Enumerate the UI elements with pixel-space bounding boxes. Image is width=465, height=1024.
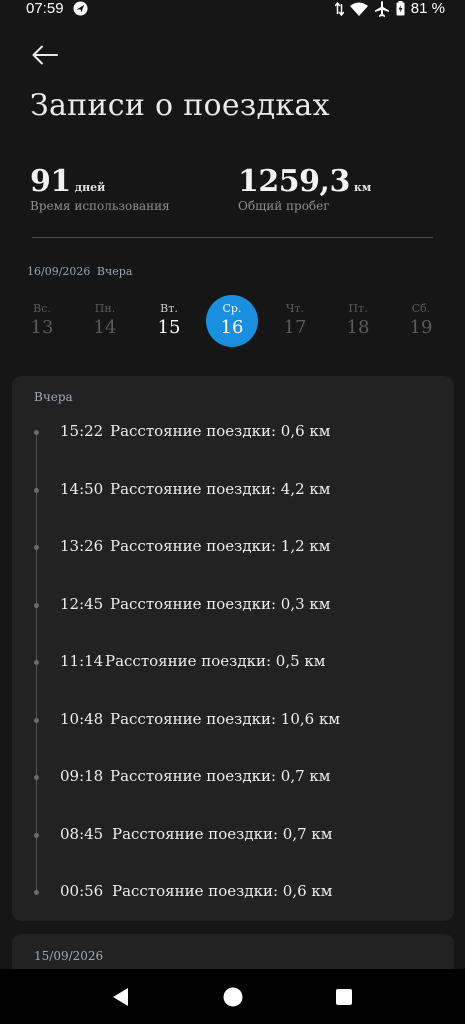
day-thu[interactable]: Чт. 17: [269, 295, 321, 347]
trip-distance: Расстояние поездки: 4,2 км: [110, 480, 331, 498]
day-name: Чт.: [285, 302, 305, 315]
trip-item[interactable]: 08:45 Расстояние поездки: 0,7 км: [12, 822, 454, 852]
trip-item[interactable]: 12:45 Расстояние поездки: 0,3 км: [12, 592, 454, 622]
day-number: 13: [30, 317, 54, 338]
trip-time: 10:48: [60, 710, 104, 728]
wifi-icon: [349, 2, 368, 16]
trip-distance: Расстояние поездки: 10,6 км: [110, 710, 340, 728]
status-time: 07:59: [26, 0, 64, 17]
trip-distance: Расстояние поездки: 0,6 км: [110, 422, 331, 440]
trip-item[interactable]: 14:50 Расстояние поездки: 4,2 км: [12, 477, 454, 507]
status-icons: 81 %: [334, 0, 445, 17]
selected-date-relative: Вчера: [96, 265, 133, 278]
day-sun[interactable]: Вс. 13: [16, 295, 68, 347]
trip-item[interactable]: 09:18 Расстояние поездки: 0,7 км: [12, 764, 454, 794]
trip-time: 12:45: [60, 595, 104, 613]
trip-distance: Расстояние поездки: 0,5 км: [105, 652, 326, 670]
trip-time: 11:14: [60, 652, 104, 670]
divider: [32, 237, 433, 238]
status-bar: 07:59 81 %: [0, 0, 465, 18]
day-sat[interactable]: Сб. 19: [395, 295, 447, 347]
trip-time: 13:26: [60, 537, 104, 555]
navigation-icon: [73, 1, 88, 16]
system-navigation-bar: [0, 969, 465, 1024]
trip-item[interactable]: 10:48 Расстояние поездки: 10,6 км: [12, 707, 454, 737]
day-number: 18: [346, 317, 370, 338]
usage-days-unit: дней: [74, 181, 106, 194]
trips-group-heading: Вчера: [34, 390, 73, 404]
nav-home-icon[interactable]: [222, 986, 244, 1008]
mileage-unit: км: [353, 181, 372, 194]
trip-distance: Расстояние поездки: 0,7 км: [112, 825, 333, 843]
trip-time: 08:45: [60, 825, 104, 843]
trip-distance: Расстояние поездки: 1,2 км: [110, 537, 331, 555]
nav-recents-icon[interactable]: [333, 986, 355, 1008]
day-number: 14: [93, 317, 117, 338]
selected-date: 16/09/2026: [27, 265, 91, 278]
trip-item[interactable]: 13:26 Расстояние поездки: 1,2 км: [12, 534, 454, 564]
timeline-dot: [34, 430, 39, 435]
trip-item[interactable]: 11:14 Расстояние поездки: 0,5 км: [12, 649, 454, 679]
day-tue[interactable]: Вт. 15: [143, 295, 195, 347]
day-number: 15: [157, 317, 181, 338]
day-fri[interactable]: Пт. 18: [332, 295, 384, 347]
timeline-dot: [34, 718, 39, 723]
trip-distance: Расстояние поездки: 0,3 км: [110, 595, 331, 613]
timeline-dot: [34, 545, 39, 550]
timeline-dot: [34, 660, 39, 665]
timeline-dot: [34, 488, 39, 493]
trip-time: 14:50: [60, 480, 104, 498]
trip-time: 09:18: [60, 767, 104, 785]
battery-icon: [396, 1, 405, 16]
usage-days-value: 91: [30, 164, 71, 199]
mileage-value: 1259,3: [238, 164, 350, 199]
timeline-dot: [34, 775, 39, 780]
trip-item[interactable]: 15:22 Расстояние поездки: 0,6 км: [12, 419, 454, 449]
trips-group-heading: 15/09/2026: [34, 949, 104, 963]
trip-distance: Расстояние поездки: 0,7 км: [110, 767, 331, 785]
trip-distance: Расстояние поездки: 0,6 км: [112, 882, 333, 900]
day-mon[interactable]: Пн. 14: [79, 295, 131, 347]
page-title: Записи о поездках: [30, 88, 330, 123]
day-name: Сб.: [411, 302, 431, 315]
mileage-label: Общий пробег: [238, 199, 330, 213]
day-name: Вс.: [33, 302, 51, 315]
day-number: 19: [409, 317, 433, 338]
selected-date-header: 16/09/2026 Вчера: [27, 265, 135, 278]
nav-back-icon[interactable]: [110, 986, 132, 1008]
back-arrow-icon[interactable]: [30, 40, 60, 70]
battery-percent: 81 %: [410, 0, 445, 17]
trip-time: 00:56: [60, 882, 104, 900]
trip-item[interactable]: 00:56 Расстояние поездки: 0,6 км: [12, 879, 454, 909]
trips-card: Вчера 15:22 Расстояние поездки: 0,6 км 1…: [12, 376, 454, 921]
data-icon: [334, 1, 344, 16]
trip-time: 15:22: [60, 422, 104, 440]
day-wed-selected[interactable]: Ср. 16: [206, 295, 258, 347]
day-number: 16: [220, 317, 244, 338]
timeline-dot: [34, 833, 39, 838]
day-number: 17: [283, 317, 307, 338]
airplane-icon: [374, 0, 389, 17]
day-name: Ср.: [222, 302, 242, 315]
usage-time-stat: 91 дней Время использования: [30, 164, 170, 213]
day-name: Пт.: [348, 302, 368, 315]
day-name: Вт.: [160, 302, 178, 315]
timeline-dot: [34, 890, 39, 895]
week-day-picker: Вс. 13 Пн. 14 Вт. 15 Ср. 16 Чт. 17 Пт. 1…: [10, 295, 456, 351]
total-mileage-stat: 1259,3 км Общий пробег: [238, 164, 371, 213]
day-name: Пн.: [94, 302, 116, 315]
usage-time-label: Время использования: [30, 199, 170, 213]
timeline-dot: [34, 603, 39, 608]
